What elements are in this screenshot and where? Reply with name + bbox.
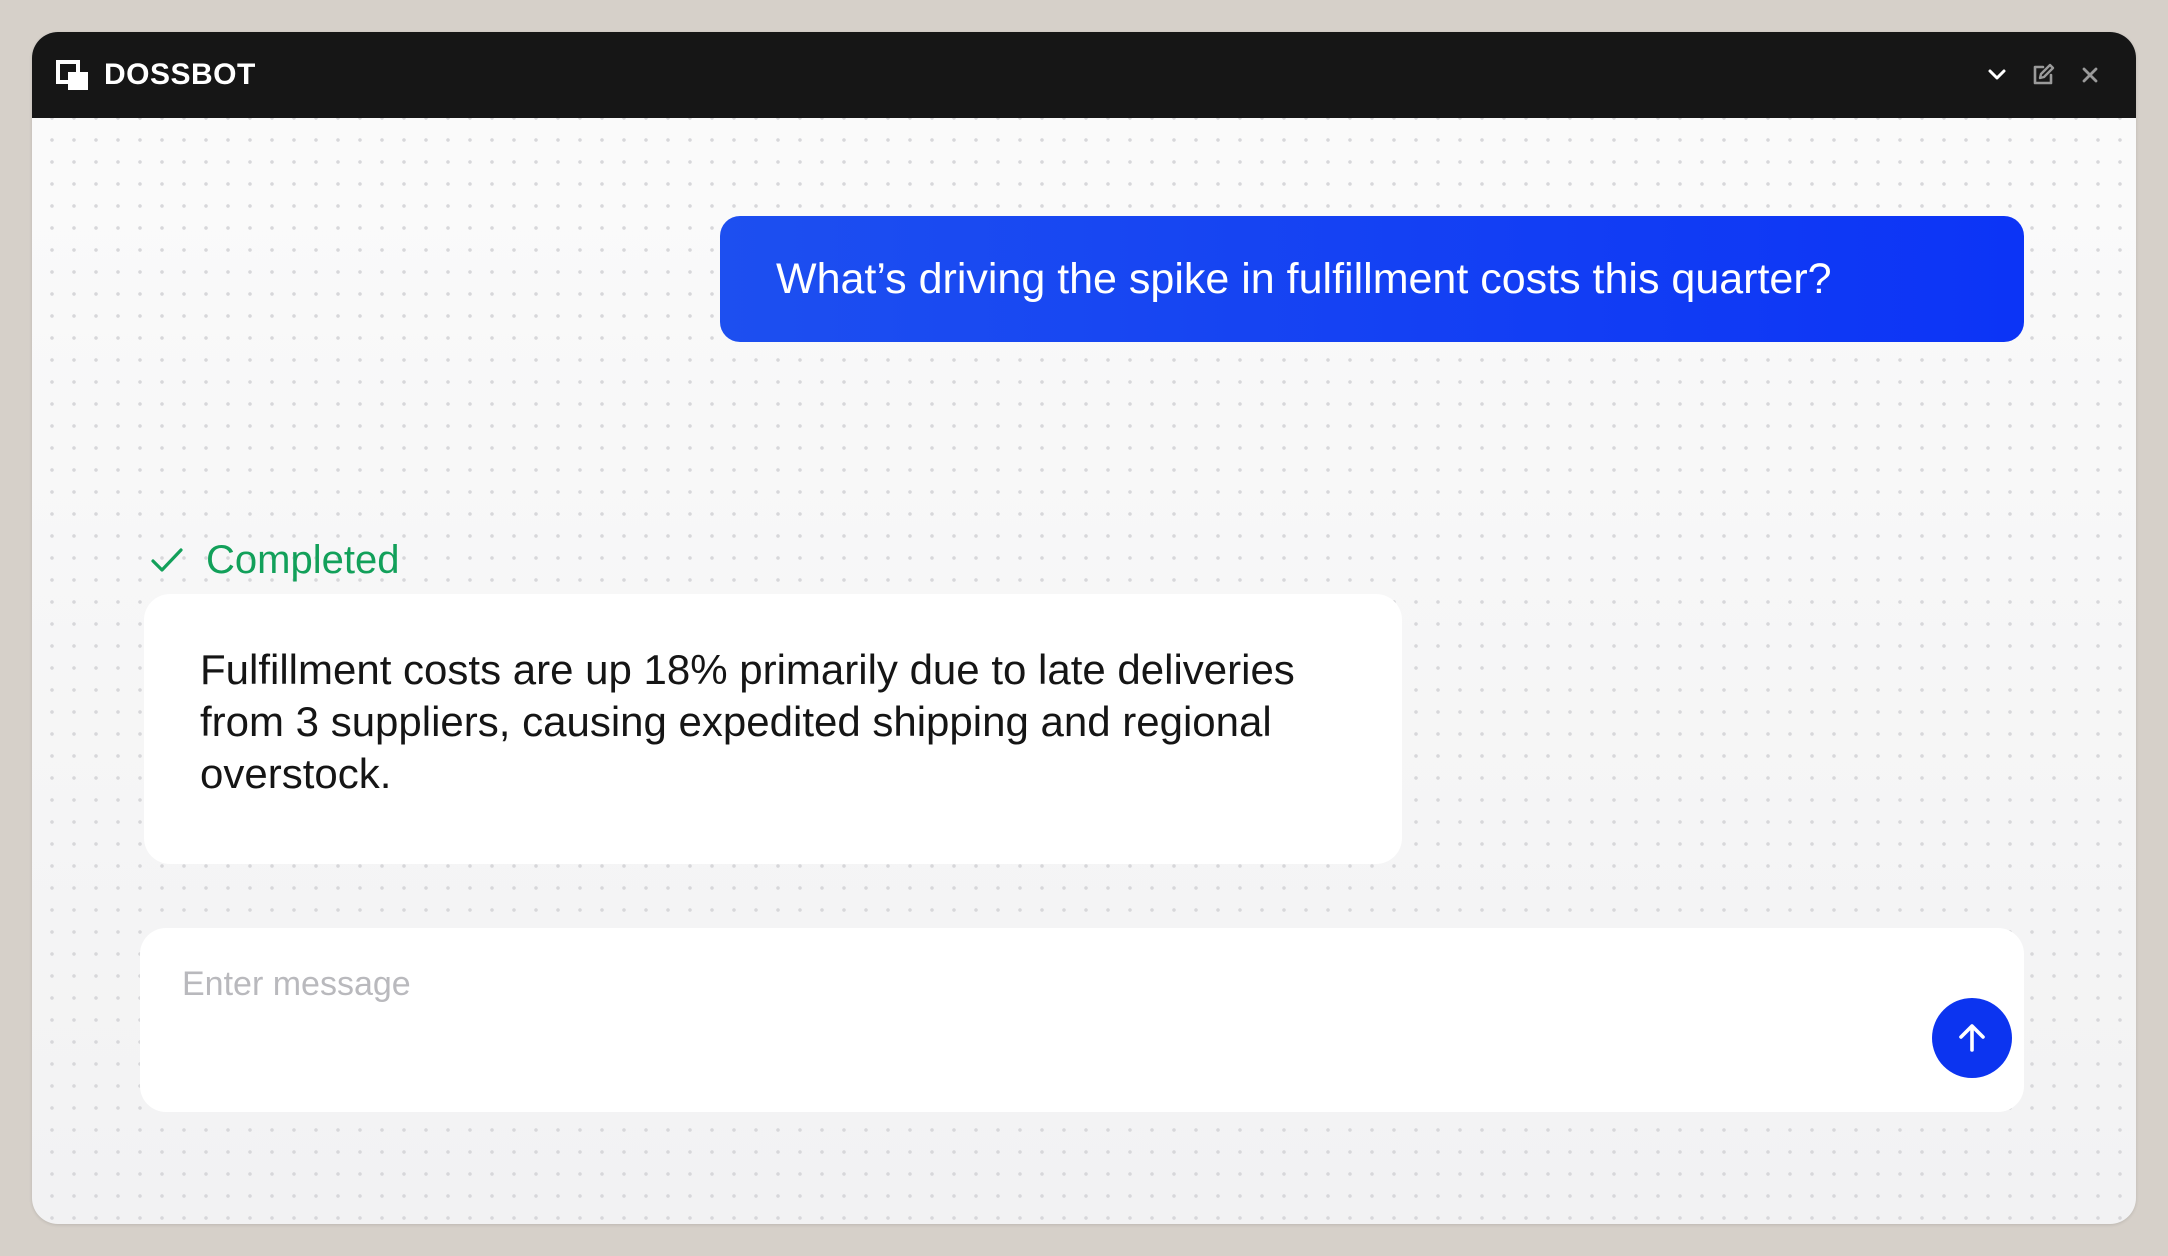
- close-icon[interactable]: [2073, 58, 2107, 92]
- user-message-bubble: What’s driving the spike in fulfillment …: [720, 216, 2024, 342]
- title-bar: DOSSBOT: [32, 32, 2136, 118]
- arrow-up-icon: [1959, 1024, 1985, 1052]
- chat-window: DOSSBOT What’s driving the spike in fulf…: [32, 32, 2136, 1224]
- dossbot-logo-icon: [56, 60, 88, 90]
- app-title: DOSSBOT: [104, 58, 256, 91]
- bot-response-card: Fulfillment costs are up 18% primarily d…: [144, 594, 1402, 864]
- check-icon: [151, 548, 183, 572]
- status-label: Completed: [206, 538, 400, 582]
- send-button[interactable]: [1932, 998, 2012, 1078]
- bot-response-text: Fulfillment costs are up 18% primarily d…: [200, 646, 1295, 797]
- status-indicator: Completed: [148, 532, 399, 588]
- message-composer: [140, 928, 2024, 1112]
- edit-icon[interactable]: [2026, 58, 2060, 92]
- chevron-down-icon[interactable]: [1980, 58, 2014, 92]
- message-input[interactable]: [182, 954, 1822, 1014]
